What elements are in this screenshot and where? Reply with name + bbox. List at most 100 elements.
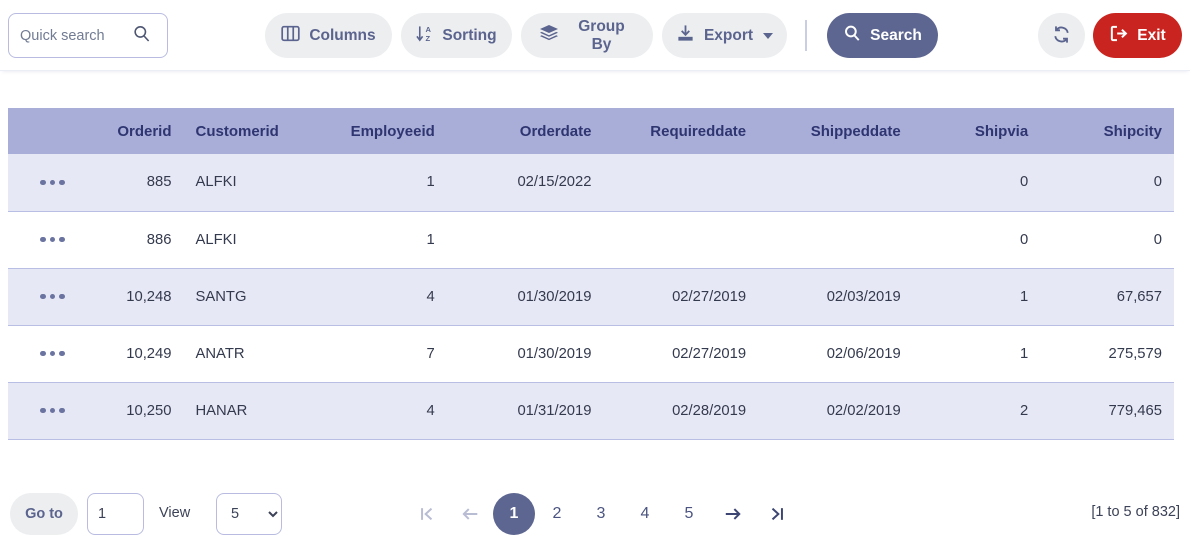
- exit-label: Exit: [1137, 27, 1165, 45]
- view-label: View: [159, 505, 190, 521]
- toolbar-divider: [805, 20, 807, 51]
- column-header-customerid[interactable]: Customerid: [184, 108, 330, 154]
- column-header-shipcity[interactable]: Shipcity: [1040, 108, 1174, 154]
- cell-shipvia: 1: [913, 325, 1040, 382]
- row-menu-icon[interactable]: [20, 408, 67, 414]
- column-header-shippeddate[interactable]: Shippeddate: [758, 108, 913, 154]
- row-menu-icon[interactable]: [20, 351, 67, 357]
- export-label: Export: [704, 27, 753, 45]
- table-row[interactable]: 10,249ANATR701/30/201902/27/201902/06/20…: [8, 325, 1174, 382]
- group-by-button[interactable]: Group By: [521, 13, 653, 58]
- search-input[interactable]: [20, 24, 132, 48]
- cell-customerid: ALFKI: [184, 154, 330, 211]
- cell-shipvia: 2: [913, 382, 1040, 439]
- page-button-5[interactable]: 5: [667, 493, 711, 535]
- last-page-button[interactable]: [755, 493, 799, 535]
- exit-icon: [1109, 24, 1128, 48]
- page-button-3[interactable]: 3: [579, 493, 623, 535]
- row-actions-cell[interactable]: [8, 268, 79, 325]
- cell-shippeddate: 02/02/2019: [758, 382, 913, 439]
- search-button[interactable]: Search: [827, 13, 938, 58]
- row-actions-cell[interactable]: [8, 382, 79, 439]
- next-page-button[interactable]: [711, 493, 755, 535]
- cell-orderdate: 02/15/2022: [447, 154, 604, 211]
- toolbar: Columns A Z Sorting Group By: [0, 0, 1190, 71]
- table-row[interactable]: 886ALFKI100: [8, 211, 1174, 268]
- cell-orderdate: [447, 211, 604, 268]
- table-row[interactable]: 10,250HANAR401/31/201902/28/201902/02/20…: [8, 382, 1174, 439]
- cell-shippeddate: [758, 154, 913, 211]
- table-header: Orderid Customerid Employeeid Orderdate …: [8, 108, 1174, 154]
- cell-shipvia: 0: [913, 154, 1040, 211]
- refresh-button[interactable]: [1038, 13, 1085, 58]
- cell-shipcity: 67,657: [1040, 268, 1174, 325]
- cell-requireddate: 02/27/2019: [604, 268, 759, 325]
- cell-shippeddate: [758, 211, 913, 268]
- record-count: [1 to 5 of 832]: [1091, 504, 1180, 520]
- cell-employeeid: 4: [330, 268, 447, 325]
- table-row[interactable]: 10,248SANTG401/30/201902/27/201902/03/20…: [8, 268, 1174, 325]
- search-icon: [843, 24, 861, 47]
- cell-shippeddate: 02/03/2019: [758, 268, 913, 325]
- page-number-list: 12345: [493, 493, 711, 535]
- cell-orderdate: 01/30/2019: [447, 325, 604, 382]
- cell-orderid: 886: [79, 211, 183, 268]
- export-button[interactable]: Export: [662, 13, 787, 58]
- sort-icon: A Z: [416, 24, 433, 48]
- page-button-2[interactable]: 2: [535, 493, 579, 535]
- row-menu-icon[interactable]: [20, 294, 67, 300]
- sorting-button[interactable]: A Z Sorting: [401, 13, 512, 58]
- column-header-requireddate[interactable]: Requireddate: [604, 108, 759, 154]
- page-button-1[interactable]: 1: [493, 493, 535, 535]
- row-actions-cell[interactable]: [8, 211, 79, 268]
- column-header-shipvia[interactable]: Shipvia: [913, 108, 1040, 154]
- header-row: Orderid Customerid Employeeid Orderdate …: [8, 108, 1174, 154]
- table-row[interactable]: 885ALFKI102/15/202200: [8, 154, 1174, 211]
- row-menu-icon[interactable]: [20, 180, 67, 186]
- group-by-label: Group By: [568, 18, 635, 54]
- columns-icon: [281, 25, 300, 47]
- cell-shipvia: 1: [913, 268, 1040, 325]
- search-icon: [132, 24, 151, 48]
- row-actions-cell[interactable]: [8, 154, 79, 211]
- cell-orderdate: 01/31/2019: [447, 382, 604, 439]
- column-header-orderdate[interactable]: Orderdate: [447, 108, 604, 154]
- download-icon: [676, 24, 695, 48]
- quick-search-field[interactable]: [8, 13, 168, 58]
- column-header-employeeid[interactable]: Employeeid: [330, 108, 447, 154]
- cell-requireddate: 02/28/2019: [604, 382, 759, 439]
- cell-shipvia: 0: [913, 211, 1040, 268]
- cell-shipcity: 779,465: [1040, 382, 1174, 439]
- refresh-icon: [1052, 25, 1071, 47]
- cell-orderid: 10,248: [79, 268, 183, 325]
- go-to-page-input[interactable]: [87, 493, 144, 535]
- cell-employeeid: 7: [330, 325, 447, 382]
- cell-orderid: 10,249: [79, 325, 183, 382]
- table-body: 885ALFKI102/15/202200886ALFKI10010,248SA…: [8, 154, 1174, 439]
- svg-text:Z: Z: [426, 34, 431, 43]
- cell-customerid: HANAR: [184, 382, 330, 439]
- cell-employeeid: 1: [330, 154, 447, 211]
- first-page-button[interactable]: [405, 493, 449, 535]
- columns-button[interactable]: Columns: [265, 13, 392, 58]
- page-button-4[interactable]: 4: [623, 493, 667, 535]
- cell-requireddate: 02/27/2019: [604, 325, 759, 382]
- cell-orderdate: 01/30/2019: [447, 268, 604, 325]
- pager: 12345: [405, 493, 799, 535]
- search-button-label: Search: [870, 27, 922, 45]
- column-header-actions[interactable]: [8, 108, 79, 154]
- cell-customerid: ALFKI: [184, 211, 330, 268]
- page-size-select[interactable]: 5102550100: [216, 493, 282, 535]
- column-header-orderid[interactable]: Orderid: [79, 108, 183, 154]
- exit-button[interactable]: Exit: [1093, 13, 1182, 58]
- layers-icon: [539, 24, 559, 47]
- cell-shipcity: 0: [1040, 154, 1174, 211]
- cell-customerid: ANATR: [184, 325, 330, 382]
- row-actions-cell[interactable]: [8, 325, 79, 382]
- go-to-button[interactable]: Go to: [10, 493, 78, 535]
- cell-requireddate: [604, 211, 759, 268]
- cell-shipcity: 0: [1040, 211, 1174, 268]
- row-menu-icon[interactable]: [20, 237, 67, 243]
- previous-page-button[interactable]: [449, 493, 493, 535]
- chevron-down-icon: [763, 33, 773, 39]
